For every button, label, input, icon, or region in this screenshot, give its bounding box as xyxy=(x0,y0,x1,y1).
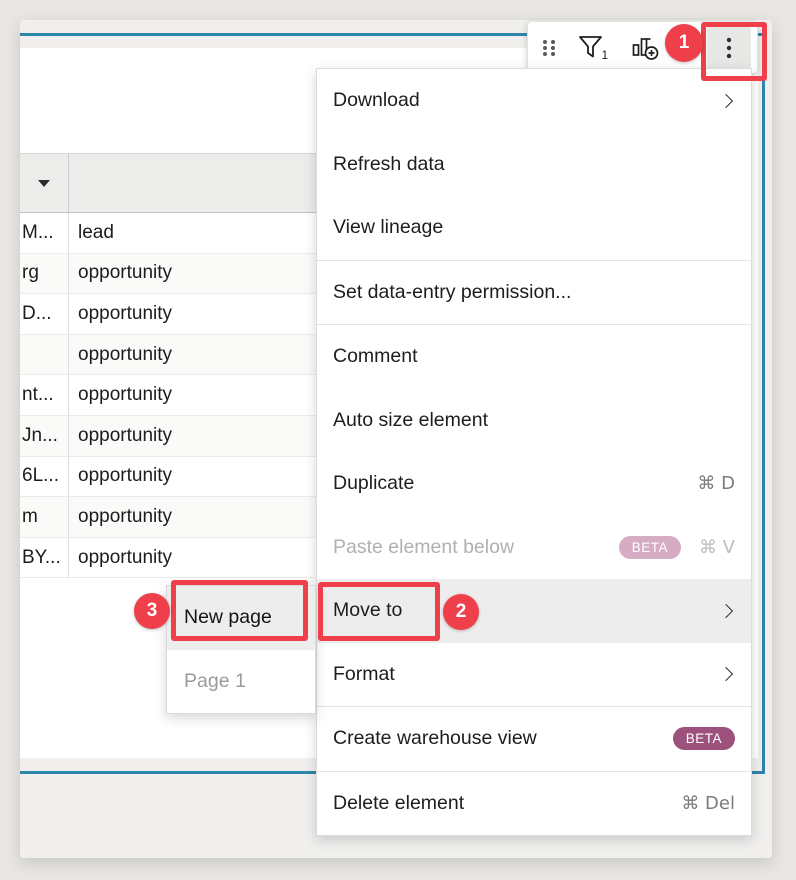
column-menu-caret-icon xyxy=(38,180,50,187)
table-cell[interactable]: rg xyxy=(20,254,69,294)
shortcut-label: ⌘ V xyxy=(699,537,735,558)
table-cell[interactable]: BY... xyxy=(20,538,69,578)
filter-button[interactable]: 1 xyxy=(578,34,609,62)
menu-item-refresh-data[interactable]: Refresh data xyxy=(317,133,751,197)
menu-item-label: View lineage xyxy=(333,216,443,239)
menu-item-paste-element-below: Paste element below BETA ⌘ V xyxy=(317,516,751,580)
more-options-button[interactable] xyxy=(707,26,751,70)
table-cell[interactable]: m xyxy=(20,497,69,537)
table-cell[interactable] xyxy=(20,335,69,375)
menu-item-label: Format xyxy=(333,663,395,686)
chevron-right-icon xyxy=(719,604,733,618)
menu-item-label: Set data-entry permission... xyxy=(333,281,571,304)
menu-item-label: Paste element below xyxy=(333,536,514,559)
table-cell[interactable]: nt... xyxy=(20,375,69,415)
shortcut-label: ⌘ Del xyxy=(681,793,735,814)
menu-item-format[interactable]: Format xyxy=(317,643,751,707)
menu-item-create-warehouse-view[interactable]: Create warehouse view BETA xyxy=(317,707,751,771)
table-cell[interactable]: D... xyxy=(20,294,69,334)
shortcut-label: ⌘ D xyxy=(697,473,735,494)
table-cell[interactable]: 6L... xyxy=(20,457,69,497)
menu-item-auto-size-element[interactable]: Auto size element xyxy=(317,389,751,453)
column-header-first[interactable] xyxy=(20,154,69,212)
move-to-submenu: New page Page 1 xyxy=(166,585,316,714)
element-toolbar: 1 xyxy=(527,21,758,74)
menu-item-label: Move to xyxy=(333,599,402,622)
filter-icon: 1 xyxy=(578,34,609,62)
drag-handle[interactable] xyxy=(541,38,557,58)
menu-item-view-lineage[interactable]: View lineage xyxy=(317,196,751,260)
beta-badge: BETA xyxy=(673,727,735,750)
submenu-item-label: Page 1 xyxy=(184,670,246,693)
menu-item-set-data-entry-permission[interactable]: Set data-entry permission... xyxy=(317,261,751,325)
menu-item-label: Download xyxy=(333,89,420,112)
submenu-item-page-1: Page 1 xyxy=(167,650,315,714)
submenu-item-label: New page xyxy=(184,606,272,629)
menu-item-move-to[interactable]: Move to xyxy=(317,579,751,643)
more-options-icon xyxy=(726,36,732,60)
element-context-menu: Download Refresh data View lineage Set d… xyxy=(316,68,752,836)
menu-item-label: Comment xyxy=(333,345,418,368)
menu-item-download[interactable]: Download xyxy=(317,69,751,133)
menu-item-label: Delete element xyxy=(333,792,464,815)
menu-item-label: Duplicate xyxy=(333,472,414,495)
beta-badge: BETA xyxy=(619,536,681,559)
drag-handle-icon xyxy=(541,38,557,58)
menu-item-label: Refresh data xyxy=(333,153,445,176)
table-cell[interactable]: M... xyxy=(20,213,69,253)
menu-item-delete-element[interactable]: Delete element ⌘ Del xyxy=(317,772,751,836)
screenshot-stage: Lifecycle Stage M... lead rg opportunity… xyxy=(0,0,796,880)
table-cell[interactable]: Jn... xyxy=(20,416,69,456)
menu-item-comment[interactable]: Comment xyxy=(317,325,751,389)
add-child-chart-icon xyxy=(630,34,660,61)
menu-item-label: Create warehouse view xyxy=(333,727,537,750)
add-child-chart-button[interactable] xyxy=(630,34,660,61)
chevron-right-icon xyxy=(719,667,733,681)
filter-count: 1 xyxy=(602,48,609,62)
menu-item-label: Auto size element xyxy=(333,409,488,432)
chevron-right-icon xyxy=(719,94,733,108)
menu-item-duplicate[interactable]: Duplicate ⌘ D xyxy=(317,452,751,516)
submenu-item-new-page[interactable]: New page xyxy=(167,586,315,650)
